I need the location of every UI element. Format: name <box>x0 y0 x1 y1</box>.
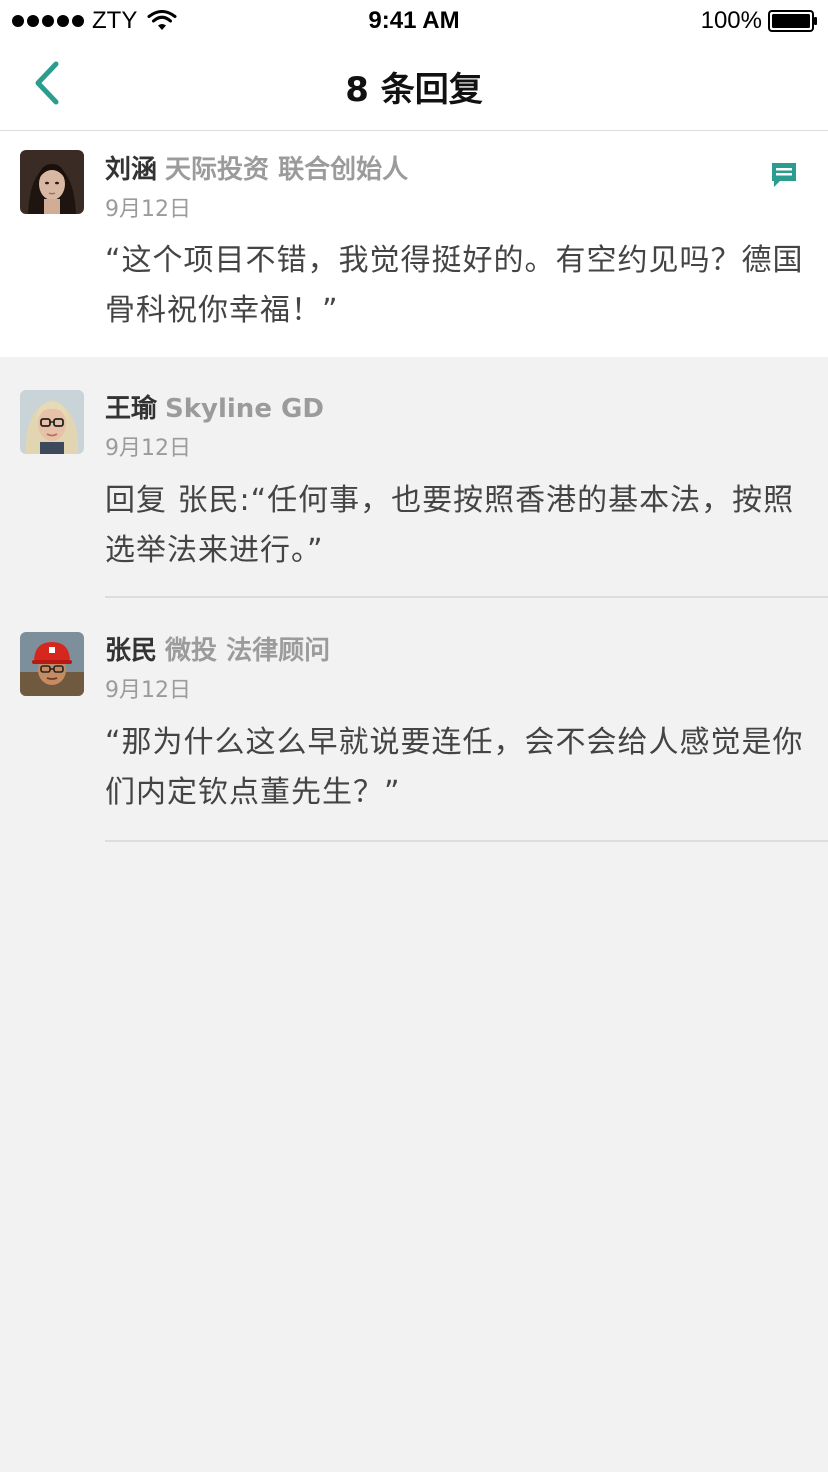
author-name[interactable]: 王瑜 <box>105 394 157 424</box>
divider <box>105 840 828 842</box>
comment-icon[interactable] <box>770 161 798 189</box>
author-name[interactable]: 刘涵 <box>105 155 157 185</box>
navigation-bar: 8 条回复 <box>0 40 828 131</box>
comment-item: 张民 微投 法律顾问 9月12日 “那为什么这么早就说要连任，会不会给人感觉是你们… <box>0 600 828 842</box>
avatar[interactable] <box>20 390 84 454</box>
comment-item: 王瑜 Skyline GD 9月12日 回复 张民:“任何事，也要按照香港的基本法… <box>0 358 828 598</box>
author-name[interactable]: 张民 <box>105 636 157 666</box>
page-title: 8 条回复 <box>345 70 483 110</box>
comment-content: 回复 张民:“任何事，也要按照香港的基本法，按照选举法来进行。” <box>105 483 795 568</box>
comment-content: “这个项目不错，我觉得挺好的。有空约见吗？德国骨科祝你幸福！” <box>105 243 804 328</box>
comment-date: 9月12日 <box>105 197 191 222</box>
avatar[interactable] <box>20 150 84 214</box>
battery-percentage: 100% <box>700 7 762 34</box>
author-title: 微投 法律顾问 <box>165 636 331 666</box>
battery-icon <box>768 10 817 32</box>
comment-date: 9月12日 <box>105 678 191 703</box>
avatar[interactable] <box>20 632 84 696</box>
author-title: 天际投资 联合创始人 <box>165 155 409 185</box>
author-title: Skyline GD <box>165 394 324 424</box>
comment-item: 刘涵 天际投资 联合创始人 9月12日 “这个项目不错，我觉得挺好的。有空约见吗？… <box>0 131 828 357</box>
divider <box>105 596 828 598</box>
status-right: 100% <box>701 7 818 35</box>
avatar-image <box>20 632 84 696</box>
author-line: 王瑜 Skyline GD <box>105 388 324 425</box>
status-bar: ZTY 9:41 AM 100% <box>0 0 828 40</box>
author-line: 张民 微投 法律顾问 <box>105 630 330 667</box>
comment-date: 9月12日 <box>105 436 191 461</box>
avatar-image <box>20 390 84 454</box>
author-line: 刘涵 天际投资 联合创始人 <box>105 149 408 186</box>
avatar-image <box>20 150 84 214</box>
comment-content: “那为什么这么早就说要连任，会不会给人感觉是你们内定钦点董先生？” <box>105 725 804 810</box>
